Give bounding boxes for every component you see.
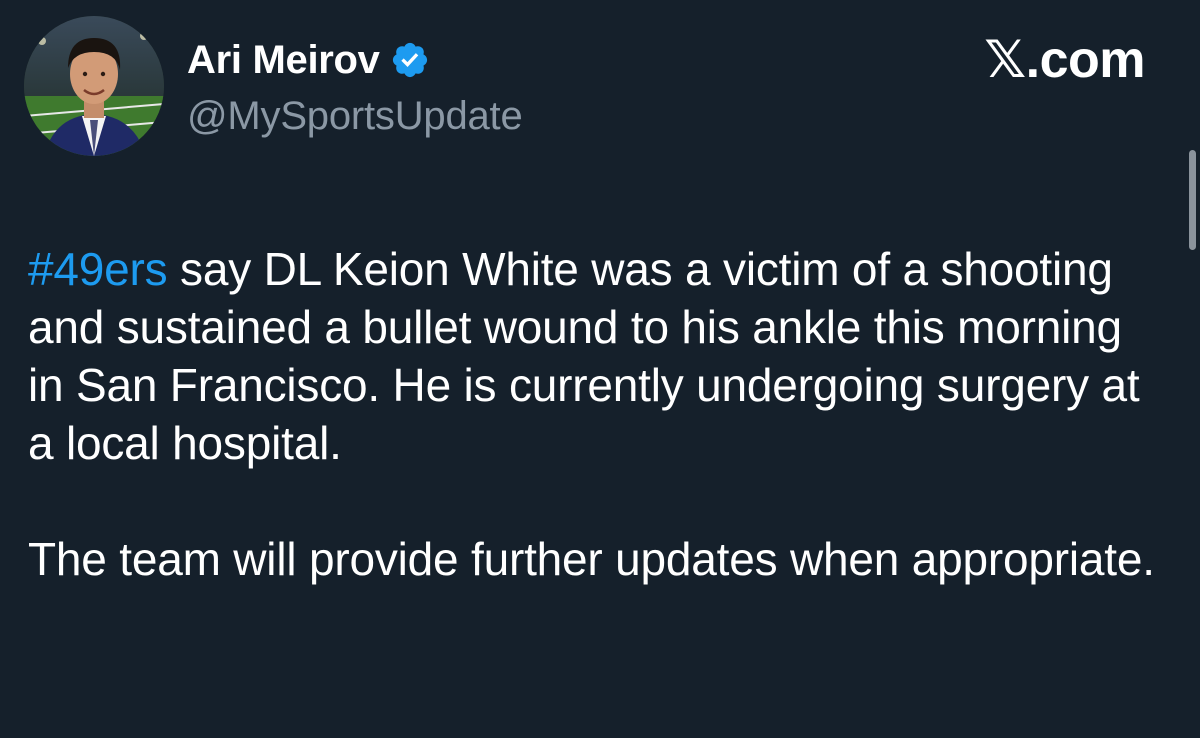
author-handle[interactable]: @MySportsUpdate (187, 94, 523, 139)
tweet-paragraph: #49ers say DL Keion White was a victim o… (28, 240, 1168, 472)
author-block: Ari Meirov @MySportsUpdate (187, 34, 523, 139)
author-name-row: Ari Meirov (187, 34, 523, 86)
tweet-text: #49ers say DL Keion White was a victim o… (28, 240, 1168, 588)
verified-badge-icon (390, 40, 430, 80)
tweet-paragraph-text: say DL Keion White was a victim of a sho… (28, 243, 1140, 469)
tweet-card: Ari Meirov @MySportsUpdate 𝕏.com #49ers … (0, 0, 1200, 738)
avatar-photo (24, 16, 164, 156)
x-logo: 𝕏.com (984, 31, 1145, 89)
scrollbar-thumb[interactable] (1189, 150, 1196, 250)
avatar[interactable] (24, 16, 164, 156)
hashtag-link[interactable]: #49ers (28, 243, 168, 295)
tweet-paragraph-2: The team will provide further updates wh… (28, 533, 1155, 585)
author-display-name[interactable]: Ari Meirov (187, 38, 380, 83)
